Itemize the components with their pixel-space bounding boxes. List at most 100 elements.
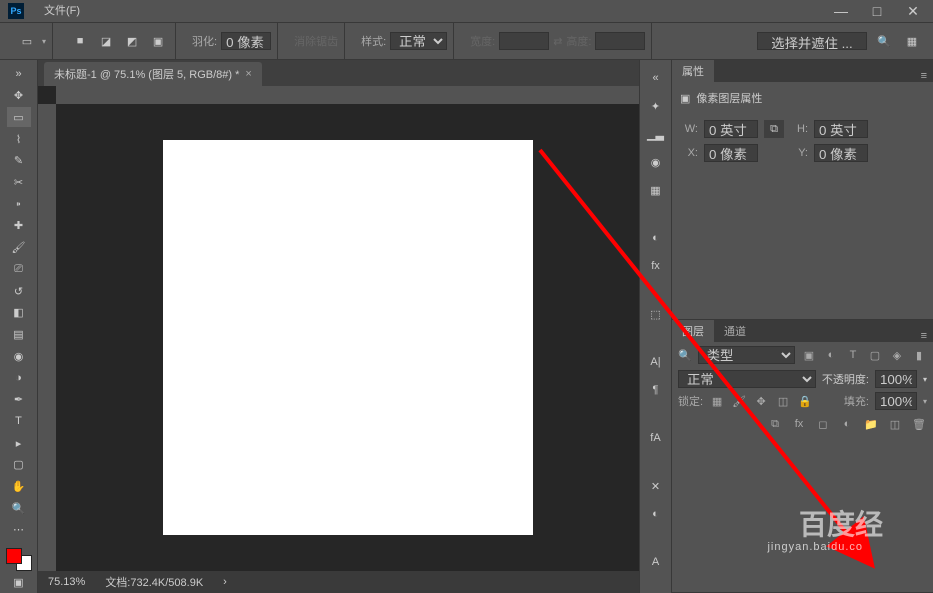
type-panel-icon[interactable]: A	[646, 552, 666, 572]
y-input[interactable]	[814, 144, 868, 162]
tab-properties[interactable]: 属性	[672, 60, 714, 82]
3d-icon[interactable]: ⬚	[646, 304, 666, 324]
path-select-tool-icon[interactable]: ▸	[7, 433, 31, 453]
edit-toolbar-icon[interactable]: ⋯	[7, 520, 31, 540]
crop-tool-icon[interactable]: ✂	[7, 173, 31, 193]
layers-panel: 图层 通道 ≡ 🔍 类型 ▣ ◐ T ▢ ◈ ▮ 正常 不透明度:	[672, 320, 933, 593]
blur-tool-icon[interactable]: ◉	[7, 346, 31, 366]
type-tool-icon[interactable]: T	[7, 412, 31, 432]
styles-icon[interactable]: fx	[646, 256, 666, 276]
filter-shape-icon[interactable]: ▢	[867, 347, 883, 363]
glyphs-icon[interactable]: fA	[646, 428, 666, 448]
document-info[interactable]: 文档:732.4K/508.9K	[105, 574, 203, 590]
lock-position-icon[interactable]: ✥	[753, 393, 769, 409]
pen-tool-icon[interactable]: ✒	[7, 390, 31, 410]
gradient-tool-icon[interactable]: ▤	[7, 325, 31, 345]
quickmask-icon[interactable]: ▣	[7, 573, 31, 593]
layer-filter-select[interactable]: 类型	[698, 346, 795, 364]
filter-image-icon[interactable]: ▣	[801, 347, 817, 363]
filter-toggle-icon[interactable]: ▮	[911, 347, 927, 363]
workspace-icon[interactable]: ▦	[901, 30, 923, 52]
lock-paint-icon[interactable]: 🖌	[731, 393, 747, 409]
marquee-tool-preset-icon[interactable]: ▭	[16, 30, 38, 52]
close-button[interactable]: ✕	[901, 3, 925, 20]
link-layers-icon[interactable]: ⧉	[767, 416, 783, 432]
lock-all-icon[interactable]: 🔒	[797, 393, 813, 409]
dropdown-icon[interactable]: ▾	[42, 37, 46, 46]
panel-menu-icon[interactable]: ≡	[915, 330, 933, 342]
marquee-tool-icon[interactable]: ▭	[7, 107, 31, 127]
blend-mode-select[interactable]: 正常	[678, 370, 816, 388]
fill-input[interactable]	[875, 392, 917, 410]
filter-type-icon[interactable]: T	[845, 347, 861, 363]
filter-smart-icon[interactable]: ◈	[889, 347, 905, 363]
shape-tool-icon[interactable]: ▢	[7, 455, 31, 475]
lock-transparent-icon[interactable]: ▦	[709, 393, 725, 409]
chevron-right-icon[interactable]: ›	[223, 576, 227, 588]
link-icon[interactable]: ⧉	[764, 120, 784, 138]
antialias-label: 消除锯齿	[294, 33, 338, 49]
dodge-tool-icon[interactable]: ◑	[7, 368, 31, 388]
heal-tool-icon[interactable]: ✚	[7, 216, 31, 236]
layer-mask-icon[interactable]: ◻	[815, 416, 831, 432]
zoom-tool-icon[interactable]: 🔍	[7, 498, 31, 518]
move-tool-icon[interactable]: ✥	[7, 86, 31, 106]
adjustments-icon[interactable]: ◐	[646, 228, 666, 248]
height-input[interactable]	[814, 120, 868, 138]
close-icon[interactable]: ×	[245, 68, 251, 80]
libraries-icon[interactable]: ▦	[646, 180, 666, 200]
swatches-icon[interactable]: ◉	[646, 152, 666, 172]
y-label: Y:	[790, 147, 808, 159]
tools-panel: » ✥ ▭ ⌇ ✎ ✂ ⁍ ✚ 🖌 ⎚ ↺ ◧ ▤ ◉ ◑ ✒ T ▸ ▢ ✋ …	[0, 60, 38, 593]
menu-item[interactable]: 文件(F)	[36, 0, 88, 22]
width-input[interactable]	[704, 120, 758, 138]
style-select[interactable]: 正常	[390, 32, 447, 50]
navigator-icon[interactable]: ✦	[646, 96, 666, 116]
delete-layer-icon[interactable]: 🗑	[911, 416, 927, 432]
expand-tools-icon[interactable]: »	[7, 64, 31, 84]
actions-icon[interactable]: ◐	[646, 504, 666, 524]
quick-select-tool-icon[interactable]: ✎	[7, 151, 31, 171]
chevron-down-icon[interactable]: ▾	[923, 397, 927, 406]
search-icon[interactable]: 🔍	[873, 30, 895, 52]
hand-tool-icon[interactable]: ✋	[7, 477, 31, 497]
selection-add-icon[interactable]: ◪	[95, 30, 117, 52]
history-brush-tool-icon[interactable]: ↺	[7, 281, 31, 301]
maximize-button[interactable]: □	[865, 3, 889, 20]
paragraph-icon[interactable]: ¶	[646, 380, 666, 400]
color-swatches[interactable]	[6, 548, 32, 571]
eyedropper-tool-icon[interactable]: ⁍	[7, 194, 31, 214]
layer-group-icon[interactable]: 📁	[863, 416, 879, 432]
selection-new-icon[interactable]: ■	[69, 30, 91, 52]
collapse-icon[interactable]: «	[646, 68, 666, 88]
lasso-tool-icon[interactable]: ⌇	[7, 129, 31, 149]
stamp-tool-icon[interactable]: ⎚	[7, 259, 31, 279]
canvas[interactable]	[163, 140, 533, 535]
lock-artboard-icon[interactable]: ◫	[775, 393, 791, 409]
foreground-color-swatch[interactable]	[6, 548, 22, 564]
x-input[interactable]	[704, 144, 758, 162]
layer-fx-icon[interactable]: fx	[791, 416, 807, 432]
tab-layers[interactable]: 图层	[672, 320, 714, 342]
tab-channels[interactable]: 通道	[714, 320, 756, 342]
filter-adjust-icon[interactable]: ◐	[823, 347, 839, 363]
document-tab[interactable]: 未标题-1 @ 75.1% (图层 5, RGB/8#) * ×	[44, 62, 262, 86]
minimize-button[interactable]: —	[829, 3, 853, 20]
adjustment-layer-icon[interactable]: ◐	[839, 416, 855, 432]
feather-input[interactable]	[221, 32, 271, 50]
document-viewport[interactable]	[38, 86, 639, 571]
histogram-icon[interactable]: ▁▃	[646, 124, 666, 144]
chevron-down-icon[interactable]: ▾	[923, 375, 927, 384]
character-icon[interactable]: A|	[646, 352, 666, 372]
panel-menu-icon[interactable]: ≡	[915, 70, 933, 82]
selection-subtract-icon[interactable]: ◩	[121, 30, 143, 52]
eraser-tool-icon[interactable]: ◧	[7, 303, 31, 323]
selection-intersect-icon[interactable]: ▣	[147, 30, 169, 52]
new-layer-icon[interactable]: ◫	[887, 416, 903, 432]
refine-edge-button[interactable]: 选择并遮住 ...	[757, 32, 867, 50]
tools-preset-icon[interactable]: ✕	[646, 476, 666, 496]
brush-tool-icon[interactable]: 🖌	[7, 238, 31, 258]
opacity-input[interactable]	[875, 370, 917, 388]
zoom-level[interactable]: 75.13%	[48, 576, 85, 588]
app-logo: Ps	[8, 3, 24, 19]
